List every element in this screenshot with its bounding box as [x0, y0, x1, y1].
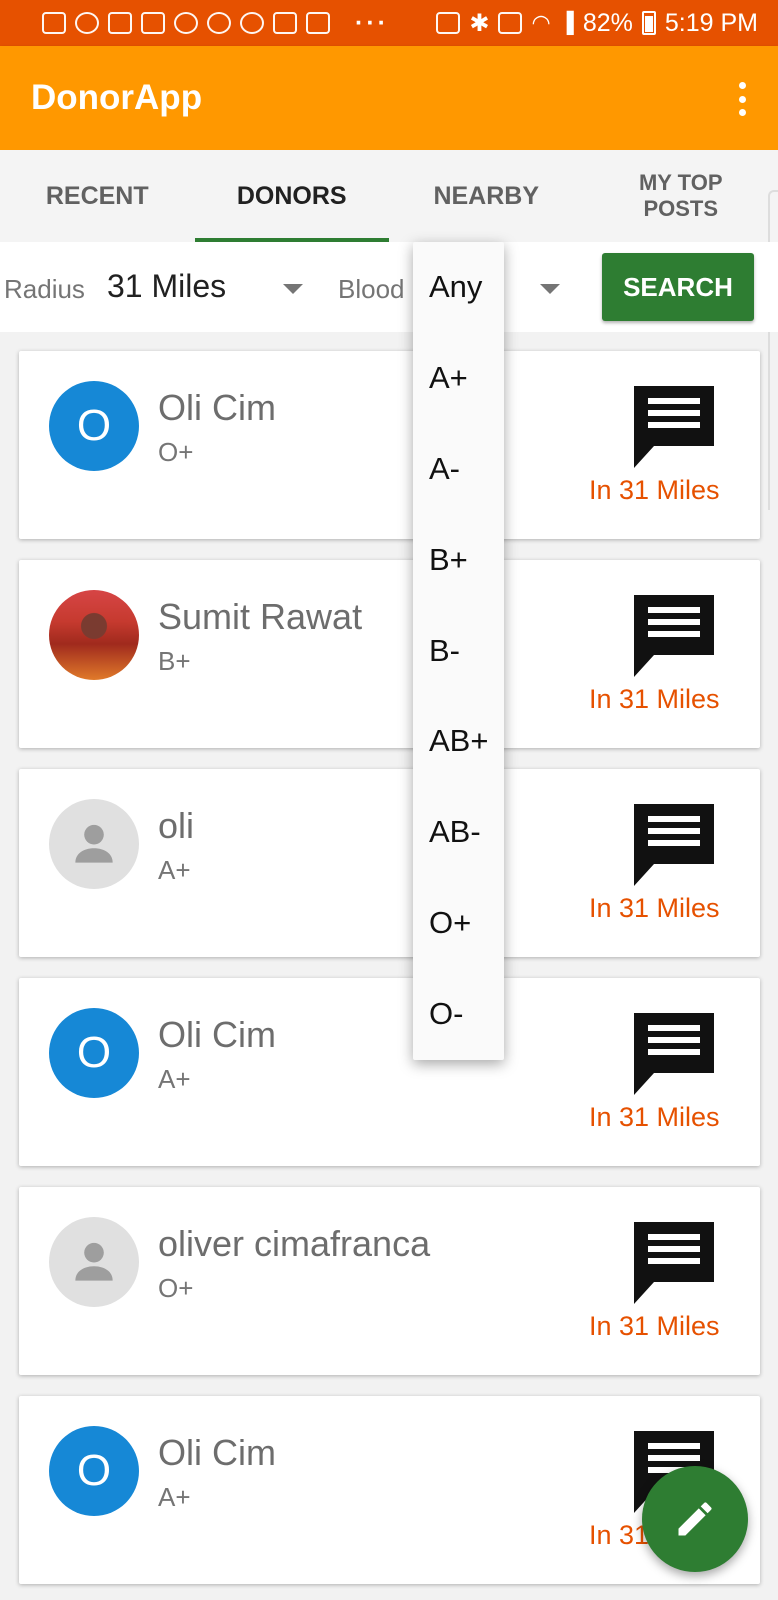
app-notification-icon: [174, 12, 198, 34]
blood-option-a-pos[interactable]: A+: [413, 333, 504, 424]
filter-bar: Radius 31 Miles Blood SEARCH: [0, 242, 778, 332]
radius-dropdown-icon[interactable]: [283, 284, 303, 294]
blood-option-b-neg[interactable]: B-: [413, 605, 504, 696]
clock: 5:19 PM: [664, 8, 758, 37]
person-placeholder-icon: [49, 799, 139, 889]
donor-card[interactable]: oli A+ In 31 Miles: [19, 769, 760, 957]
blood-option-ab-neg[interactable]: AB-: [413, 787, 504, 878]
donor-card[interactable]: O Oli Cim A+ In 31 Miles: [19, 978, 760, 1166]
blood-option-o-pos[interactable]: O+: [413, 878, 504, 969]
donor-card[interactable]: O Oli Cim A+ In 31 Miles: [19, 1396, 760, 1584]
avatar-initial: O: [76, 1446, 112, 1495]
message-icon[interactable]: [632, 593, 716, 679]
wifi-icon: ◠: [531, 10, 551, 35]
donor-card[interactable]: oliver cimafranca O+ In 31 Miles: [19, 1187, 760, 1375]
bluetooth-icon: ✱: [469, 9, 490, 37]
blood-option-ab-pos[interactable]: AB+: [413, 696, 504, 787]
radius-label: Radius: [4, 274, 85, 304]
gmail-icon: [273, 12, 297, 34]
shopping-icon: [108, 12, 132, 34]
search-button[interactable]: SEARCH: [602, 253, 754, 321]
blood-option-b-pos[interactable]: B+: [413, 514, 504, 605]
avatar-photo: [49, 590, 139, 680]
avatar-initial: O: [76, 401, 112, 450]
avatar: O: [49, 1008, 139, 1098]
edit-fab-button[interactable]: [642, 1466, 748, 1572]
edit-icon: [678, 1502, 712, 1536]
app-notification-icon: [207, 12, 231, 34]
donor-blood-type: A+: [158, 1482, 191, 1512]
discord-icon: [141, 12, 165, 34]
nfc-icon: [498, 12, 523, 34]
donor-distance: In 31 Miles: [589, 1311, 720, 1341]
tab-bar: RECENT DONORS NEARBY MY TOP POSTS: [0, 150, 778, 242]
donor-name: Oli Cim: [158, 1014, 276, 1055]
app-notification-icon: [240, 12, 264, 34]
donor-name: Oli Cim: [158, 387, 276, 428]
donor-card[interactable]: Sumit Rawat B+ In 31 Miles: [19, 560, 760, 748]
donor-name: oliver cimafranca: [158, 1223, 431, 1264]
tab-recent[interactable]: RECENT: [0, 150, 195, 242]
message-icon[interactable]: [632, 1011, 716, 1097]
person-placeholder-icon: [49, 1217, 139, 1307]
donor-blood-type: A+: [158, 855, 191, 885]
avatar: O: [49, 1426, 139, 1516]
battery-percent: 82%: [582, 8, 633, 37]
blood-option-a-neg[interactable]: A-: [413, 424, 504, 515]
donor-distance: In 31 Miles: [589, 893, 720, 923]
maps-icon: [306, 12, 330, 34]
more-notifications-icon: ···: [355, 8, 389, 37]
message-icon[interactable]: [632, 802, 716, 888]
blood-label: Blood: [338, 274, 405, 304]
saver-icon: [436, 12, 461, 34]
blood-type-dropdown: Any A+ A- B+ B- AB+ AB- O+ O-: [413, 242, 504, 1060]
message-icon[interactable]: [632, 1220, 716, 1306]
more-vert-icon[interactable]: [736, 82, 748, 116]
status-bar: ··· ✱ ◠ ▐ 82% 5:19 PM: [0, 0, 778, 46]
notification-icons: ···: [42, 9, 389, 38]
signal-icon: ▐: [559, 11, 574, 34]
tab-nearby[interactable]: NEARBY: [389, 150, 584, 242]
donor-blood-type: O+: [158, 1273, 194, 1303]
donor-name: oli: [158, 805, 195, 846]
radius-select[interactable]: 31 Miles: [107, 268, 226, 305]
donor-distance: In 31 Miles: [589, 684, 720, 714]
donor-blood-type: B+: [158, 646, 191, 676]
message-icon[interactable]: [632, 384, 716, 470]
app-title: DonorApp: [31, 78, 203, 117]
blood-option-any[interactable]: Any: [413, 242, 504, 333]
scroll-indicator: [768, 190, 778, 510]
battery-icon: [641, 11, 656, 35]
voicemail-icon: [75, 12, 99, 34]
donor-distance: In 31 Miles: [589, 1102, 720, 1132]
donor-distance: In 31 Miles: [589, 475, 720, 505]
tab-my-top-posts[interactable]: MY TOP POSTS: [584, 150, 778, 242]
system-status: ✱ ◠ ▐ 82% 5:19 PM: [436, 9, 758, 38]
app-bar: DonorApp: [0, 46, 778, 150]
facebook-icon: [42, 12, 66, 34]
donor-name: Oli Cim: [158, 1432, 276, 1473]
avatar-initial: O: [76, 1028, 112, 1077]
donor-blood-type: A+: [158, 1064, 191, 1094]
donor-blood-type: O+: [158, 437, 194, 467]
tab-donors[interactable]: DONORS: [194, 150, 390, 242]
donor-name: Sumit Rawat: [158, 596, 363, 637]
blood-dropdown-icon[interactable]: [540, 284, 560, 294]
blood-option-o-neg[interactable]: O-: [413, 968, 504, 1059]
donor-card[interactable]: O Oli Cim O+ In 31 Miles: [19, 351, 760, 539]
avatar: O: [49, 381, 139, 471]
